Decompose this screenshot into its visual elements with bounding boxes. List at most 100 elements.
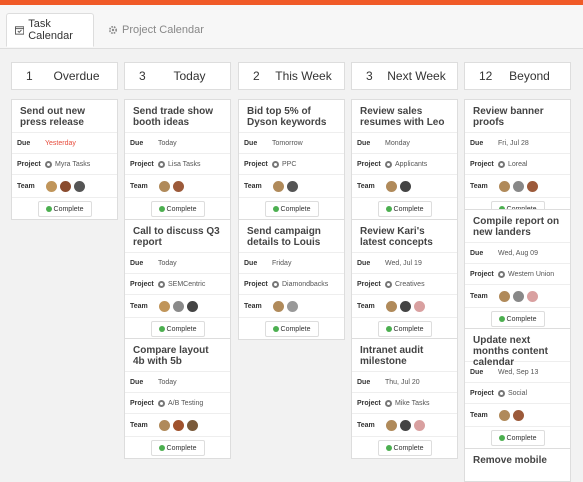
team-member-avatar[interactable] [498,408,511,422]
complete-label: Complete [166,444,197,452]
team-member-avatar[interactable] [498,289,511,303]
task-title: Send campaign details to Louis [247,226,321,248]
project-value[interactable]: Mike Tasks [395,400,430,407]
team-member-avatar[interactable] [73,179,86,193]
team-member-avatar[interactable] [286,179,299,193]
team-member-avatar[interactable] [45,179,58,193]
due-label: Due [17,139,31,147]
team-label: Team [130,182,148,190]
team-member-avatar[interactable] [385,418,398,432]
team-member-avatar[interactable] [172,299,185,313]
task-card[interactable]: Update next months content calendar Due We… [464,328,571,449]
team-row: Team [125,174,230,197]
card-footer: Complete [125,436,230,458]
team-member-avatar[interactable] [172,179,185,193]
team-member-avatar[interactable] [158,299,171,313]
team-row: Team [239,174,344,197]
team-member-avatar[interactable] [158,179,171,193]
complete-button[interactable]: Complete [264,201,319,217]
team-member-avatar[interactable] [272,299,285,313]
team-row: Team [465,174,570,197]
complete-button[interactable]: Complete [377,440,432,456]
task-card[interactable]: Compile report on new landers Due Wed, Aug… [464,209,571,330]
complete-button[interactable]: Complete [490,311,545,327]
team-member-avatar[interactable] [158,418,171,432]
project-value[interactable]: Diamondbacks [282,281,328,288]
due-value: Fri, Jul 28 [498,139,529,147]
task-card[interactable]: Review Kari's latest concepts Due Wed, Jul… [351,219,458,340]
project-value[interactable]: Lisa Tasks [168,161,201,168]
task-card[interactable]: Intranet audit milestone Due Thu, Jul 20 Pr… [351,338,458,459]
team-member-avatar[interactable] [526,289,539,303]
task-card[interactable]: Compare layout 4b with 5b Due Today Project… [124,338,231,459]
team-member-avatar[interactable] [413,418,426,432]
team-member-avatar[interactable] [59,179,72,193]
task-card[interactable]: Review banner proofs Due Fri, Jul 28 Projec… [464,99,571,220]
complete-button[interactable]: Complete [377,201,432,217]
project-value[interactable]: Applicants [395,161,427,168]
team-member-avatar[interactable] [526,179,539,193]
task-card[interactable]: Bid top 5% of Dyson keywords Due Tomorrow P… [238,99,345,220]
task-card[interactable]: Review sales resumes with Leo Due Monday Pr… [351,99,458,220]
project-value[interactable]: Western Union [508,271,554,278]
task-title: Compile report on new landers [473,216,560,238]
team-member-avatar[interactable] [498,179,511,193]
project-value[interactable]: A/B Testing [168,400,203,407]
task-card[interactable]: Send out new press release Due Yesterday Pr… [11,99,118,220]
complete-button[interactable]: Complete [150,201,205,217]
project-value[interactable]: SEMCentric [168,281,205,288]
project-value[interactable]: PPC [282,161,296,168]
team-member-avatar[interactable] [399,418,412,432]
due-label: Due [244,139,258,147]
complete-button[interactable]: Complete [150,321,205,337]
project-label: Project [17,160,41,168]
complete-button[interactable]: Complete [490,430,545,446]
due-value: Today [158,259,177,267]
project-icon [158,399,165,407]
project-icon [385,160,392,168]
task-title: Send out new press release [20,106,85,128]
team-member-avatar[interactable] [272,179,285,193]
card-footer: Complete [465,426,570,448]
project-icon [272,280,279,288]
tab-task-calendar[interactable]: Task Calendar [6,13,94,47]
team-avatars [385,299,427,313]
team-member-avatar[interactable] [172,418,185,432]
task-title: Bid top 5% of Dyson keywords [247,106,327,128]
calendar-icon [15,26,25,35]
team-member-avatar[interactable] [399,179,412,193]
project-label: Project [244,160,268,168]
complete-button[interactable]: Complete [150,440,205,456]
team-member-avatar[interactable] [286,299,299,313]
team-member-avatar[interactable] [385,179,398,193]
team-member-avatar[interactable] [399,299,412,313]
team-member-avatar[interactable] [186,299,199,313]
complete-button[interactable]: Complete [264,321,319,337]
project-value[interactable]: Creatives [395,281,425,288]
project-value[interactable]: Social [508,390,527,397]
project-value[interactable]: Myra Tasks [55,161,90,168]
task-card[interactable]: Send trade show booth ideas Due Today Proje… [124,99,231,220]
complete-button[interactable]: Complete [377,321,432,337]
task-card[interactable]: Call to discuss Q3 report Due Today Project… [124,219,231,340]
project-row: Project Applicants [352,153,457,174]
team-member-avatar[interactable] [512,289,525,303]
task-card[interactable]: Remove mobile [464,448,571,482]
task-title: Call to discuss Q3 report [133,226,220,248]
complete-label: Complete [393,325,424,333]
complete-button[interactable]: Complete [37,201,92,217]
task-card[interactable]: Send campaign details to Louis Due Friday P… [238,219,345,340]
team-member-avatar[interactable] [385,299,398,313]
team-member-avatar[interactable] [512,408,525,422]
project-row: Project Lisa Tasks [125,153,230,174]
team-member-avatar[interactable] [413,299,426,313]
tab-project-calendar[interactable]: Project Calendar [100,13,210,47]
team-member-avatar[interactable] [512,179,525,193]
team-member-avatar[interactable] [186,418,199,432]
project-label: Project [357,280,381,288]
column-this-week: 2 This Week [238,62,345,90]
check-circle-icon [385,326,392,332]
team-avatars [158,299,200,313]
project-value[interactable]: Loreal [508,161,527,168]
card-footer: Complete [125,197,230,219]
